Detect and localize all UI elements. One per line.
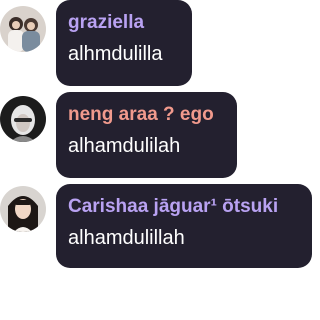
message-text: alhmdulilla [68, 43, 163, 65]
username[interactable]: graziella [68, 12, 180, 34]
message-bubble[interactable]: neng araa ? ego alhamdulilah [56, 92, 237, 178]
message-bubble[interactable]: graziella alhmdulilla [56, 0, 192, 86]
user-avatar-icon [0, 96, 46, 142]
message-bubble[interactable]: Carishaa jāguar¹ ōtsuki alhamdulillah [56, 184, 312, 268]
username[interactable]: Carishaa jāguar¹ ōtsuki [68, 196, 300, 218]
user-avatar-icon [0, 186, 46, 232]
avatar[interactable] [0, 6, 46, 52]
username[interactable]: neng araa ? ego [68, 104, 225, 126]
message-text: alhamdulillah [68, 227, 185, 249]
user-avatar-icon [0, 6, 46, 52]
chat-list: graziella alhmdulilla neng araa ? ego al… [0, 0, 312, 320]
avatar[interactable] [0, 96, 46, 142]
message-text: alhamdulilah [68, 135, 181, 157]
avatar[interactable] [0, 186, 46, 232]
